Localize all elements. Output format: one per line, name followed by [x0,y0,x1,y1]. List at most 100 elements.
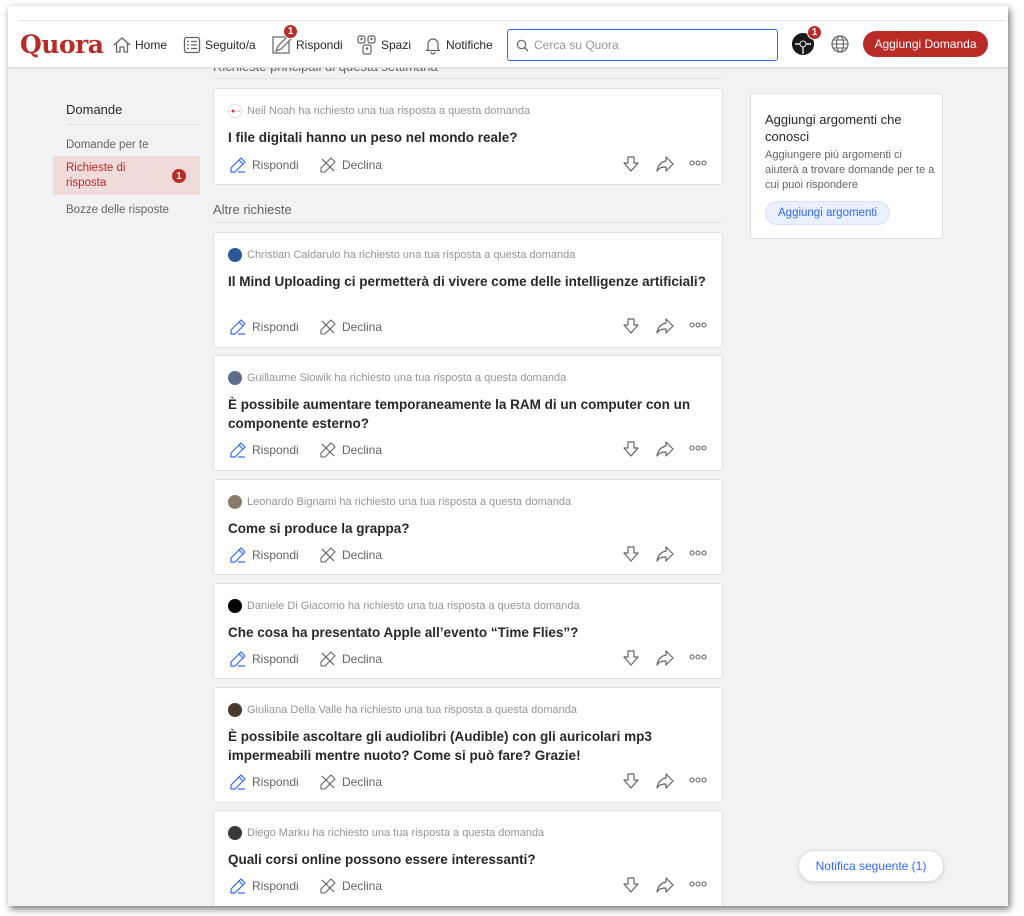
decline-button[interactable]: Declina [320,878,382,894]
share-button[interactable] [656,440,674,458]
answer-notification-badge: 1 [283,24,298,39]
question-title[interactable]: È possibile aumentare temporaneamente la… [228,395,708,433]
pencil-icon [230,157,246,173]
share-button[interactable] [656,317,674,335]
share-arrow-icon [656,156,674,172]
question-title[interactable]: I file digitali hanno un peso nel mondo … [228,128,708,147]
answer-button[interactable]: Rispondi [230,651,299,667]
answer-button-label: Rispondi [252,158,299,172]
share-button[interactable] [656,772,674,790]
answer-button[interactable]: Rispondi [230,547,299,563]
question-title[interactable]: Quali corsi online possono essere intere… [228,850,708,869]
request-meta-text: Guillaume Slowik ha richiesto una tua ri… [247,372,567,384]
answer-button[interactable]: Rispondi [230,878,299,894]
following-icon [183,36,201,54]
next-notification-button[interactable]: Notifica seguente (1) [798,850,944,882]
requester-avatar[interactable] [228,495,242,509]
share-button[interactable] [656,545,674,563]
downvote-button[interactable] [622,155,640,173]
downvote-arrow-icon [623,650,639,666]
more-options-button[interactable] [689,776,707,784]
request-meta-text: Daniele Di Giacomo ha richiesto una tua … [247,600,580,612]
more-options-button[interactable] [689,549,707,557]
request-meta-text: Leonardo Bignami ha richiesto una tua ri… [247,496,572,508]
decline-button-label: Declina [342,443,383,457]
downvote-button[interactable] [622,317,640,335]
answer-button[interactable]: Rispondi [230,319,299,335]
share-button[interactable] [656,876,674,894]
nav-home[interactable]: Home [112,32,167,58]
sidebar-item-questions-for-you[interactable]: Domande per te [53,135,200,155]
nav-spaces[interactable]: Spazi [356,32,411,58]
request-card: Giuliana Della Valle ha richiesto una tu… [213,687,723,803]
request-card: Daniele Di Giacomo ha richiesto una tua … [213,583,723,679]
request-card: Diego Marku ha richiesto una tua rispost… [213,810,723,906]
answer-button[interactable]: Rispondi [230,157,299,173]
decline-pencil-icon [320,547,336,563]
downvote-arrow-icon [623,773,639,789]
decline-pencil-icon [320,319,336,335]
share-button[interactable] [656,649,674,667]
search-input[interactable] [534,38,764,52]
sidebar-item-drafts[interactable]: Bozze delle risposte [53,200,200,220]
sidebar-title: Domande [66,102,123,117]
more-dots-icon [689,445,707,451]
downvote-button[interactable] [622,772,640,790]
decline-button[interactable]: Declina [320,157,382,173]
section-other-requests-heading: Altre richieste [213,202,292,217]
nav-following-label: Seguito/a [205,38,256,52]
question-title[interactable]: Che cosa ha presentato Apple all’evento … [228,623,708,642]
more-options-button[interactable] [689,880,707,888]
downvote-button[interactable] [622,440,640,458]
decline-button[interactable]: Declina [320,547,382,563]
decline-button[interactable]: Declina [320,651,382,667]
requester-avatar[interactable] [228,826,242,840]
share-button[interactable] [656,155,674,173]
nav-answer[interactable]: Rispondi 1 [271,24,343,58]
answer-requests-badge: 1 [172,169,186,183]
question-title[interactable]: Come si produce la grappa? [228,519,708,538]
downvote-arrow-icon [623,877,639,893]
answer-button-label: Rispondi [252,320,299,334]
decline-button[interactable]: Declina [320,774,382,790]
quora-logo[interactable]: Quora [20,30,104,59]
downvote-button[interactable] [622,545,640,563]
downvote-button[interactable] [622,876,640,894]
add-topics-button[interactable]: Aggiungi argomenti [765,201,891,225]
pencil-icon [230,547,246,563]
pencil-icon [230,442,246,458]
search-bar[interactable] [507,29,778,61]
requester-avatar[interactable] [228,104,242,118]
nav-notifications[interactable]: Notifiche [423,32,493,58]
downvote-button[interactable] [622,649,640,667]
downvote-arrow-icon [623,318,639,334]
more-dots-icon [689,777,707,783]
decline-button[interactable]: Declina [320,442,382,458]
bell-icon [425,38,441,55]
requester-avatar[interactable] [228,371,242,385]
requester-avatar[interactable] [228,248,242,262]
add-question-button[interactable]: Aggiungi Domanda [863,31,988,57]
nav-following[interactable]: Seguito/a [182,32,256,58]
decline-button[interactable]: Declina [320,319,382,335]
decline-button-label: Declina [342,879,383,893]
answer-button[interactable]: Rispondi [230,442,299,458]
answer-button-label: Rispondi [252,879,299,893]
language-globe-button[interactable] [830,34,850,59]
downvote-arrow-icon [623,546,639,562]
request-meta-text: Neil Noah ha richiesto una tua risposta … [247,105,531,117]
question-title[interactable]: È possibile ascoltare gli audiolibri (Au… [228,727,708,765]
requester-avatar[interactable] [228,703,242,717]
section-divider [213,78,723,79]
sidebar-item-answer-requests[interactable]: Richieste di risposta 1 [53,156,200,195]
requester-avatar[interactable] [228,599,242,613]
nav-notifications-label: Notifiche [446,38,493,52]
answer-button-label: Rispondi [252,775,299,789]
more-options-button[interactable] [689,321,707,329]
more-options-button[interactable] [689,444,707,452]
more-options-button[interactable] [689,653,707,661]
answer-button[interactable]: Rispondi [230,774,299,790]
globe-icon [831,35,849,53]
more-options-button[interactable] [689,159,707,167]
question-title[interactable]: Il Mind Uploading ci permetterà di viver… [228,272,708,291]
